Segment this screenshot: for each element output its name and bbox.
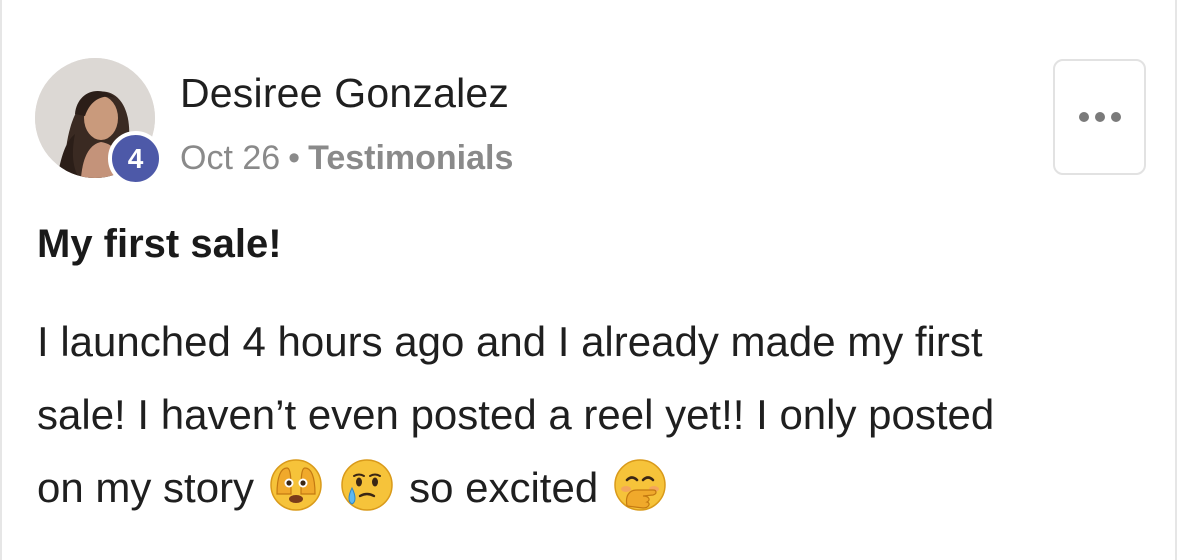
post-body-line: on my story so excited	[37, 451, 1147, 524]
post-body: I launched 4 hours ago and I already mad…	[37, 305, 1147, 524]
ellipsis-icon	[1078, 112, 1121, 122]
meta-separator: •	[288, 139, 301, 177]
more-options-button[interactable]	[1053, 59, 1146, 175]
post-body-line: I launched 4 hours ago and I already mad…	[37, 318, 983, 365]
post-body-text: on my story	[37, 464, 255, 511]
post-card: 4 Desiree Gonzalez Oct 26 • Testimonials M…	[0, 0, 1177, 560]
category-link[interactable]: Testimonials	[308, 139, 513, 177]
level-badge: 4	[108, 131, 163, 186]
post-meta: Oct 26 • Testimonials	[180, 139, 513, 178]
post-title: My first sale!	[37, 222, 282, 266]
post-date: Oct 26	[180, 139, 281, 177]
face-with-peeking-eye-emoji	[269, 458, 323, 512]
author-avatar-wrapper[interactable]: 4	[35, 58, 163, 186]
post-body-line: sale! I haven’t even posted a reel yet!!…	[37, 391, 995, 438]
post-body-text: so excited	[409, 464, 599, 511]
face-with-hand-over-mouth-emoji	[613, 458, 667, 512]
face-holding-back-tears-emoji	[340, 458, 394, 512]
author-name[interactable]: Desiree Gonzalez	[180, 70, 509, 117]
